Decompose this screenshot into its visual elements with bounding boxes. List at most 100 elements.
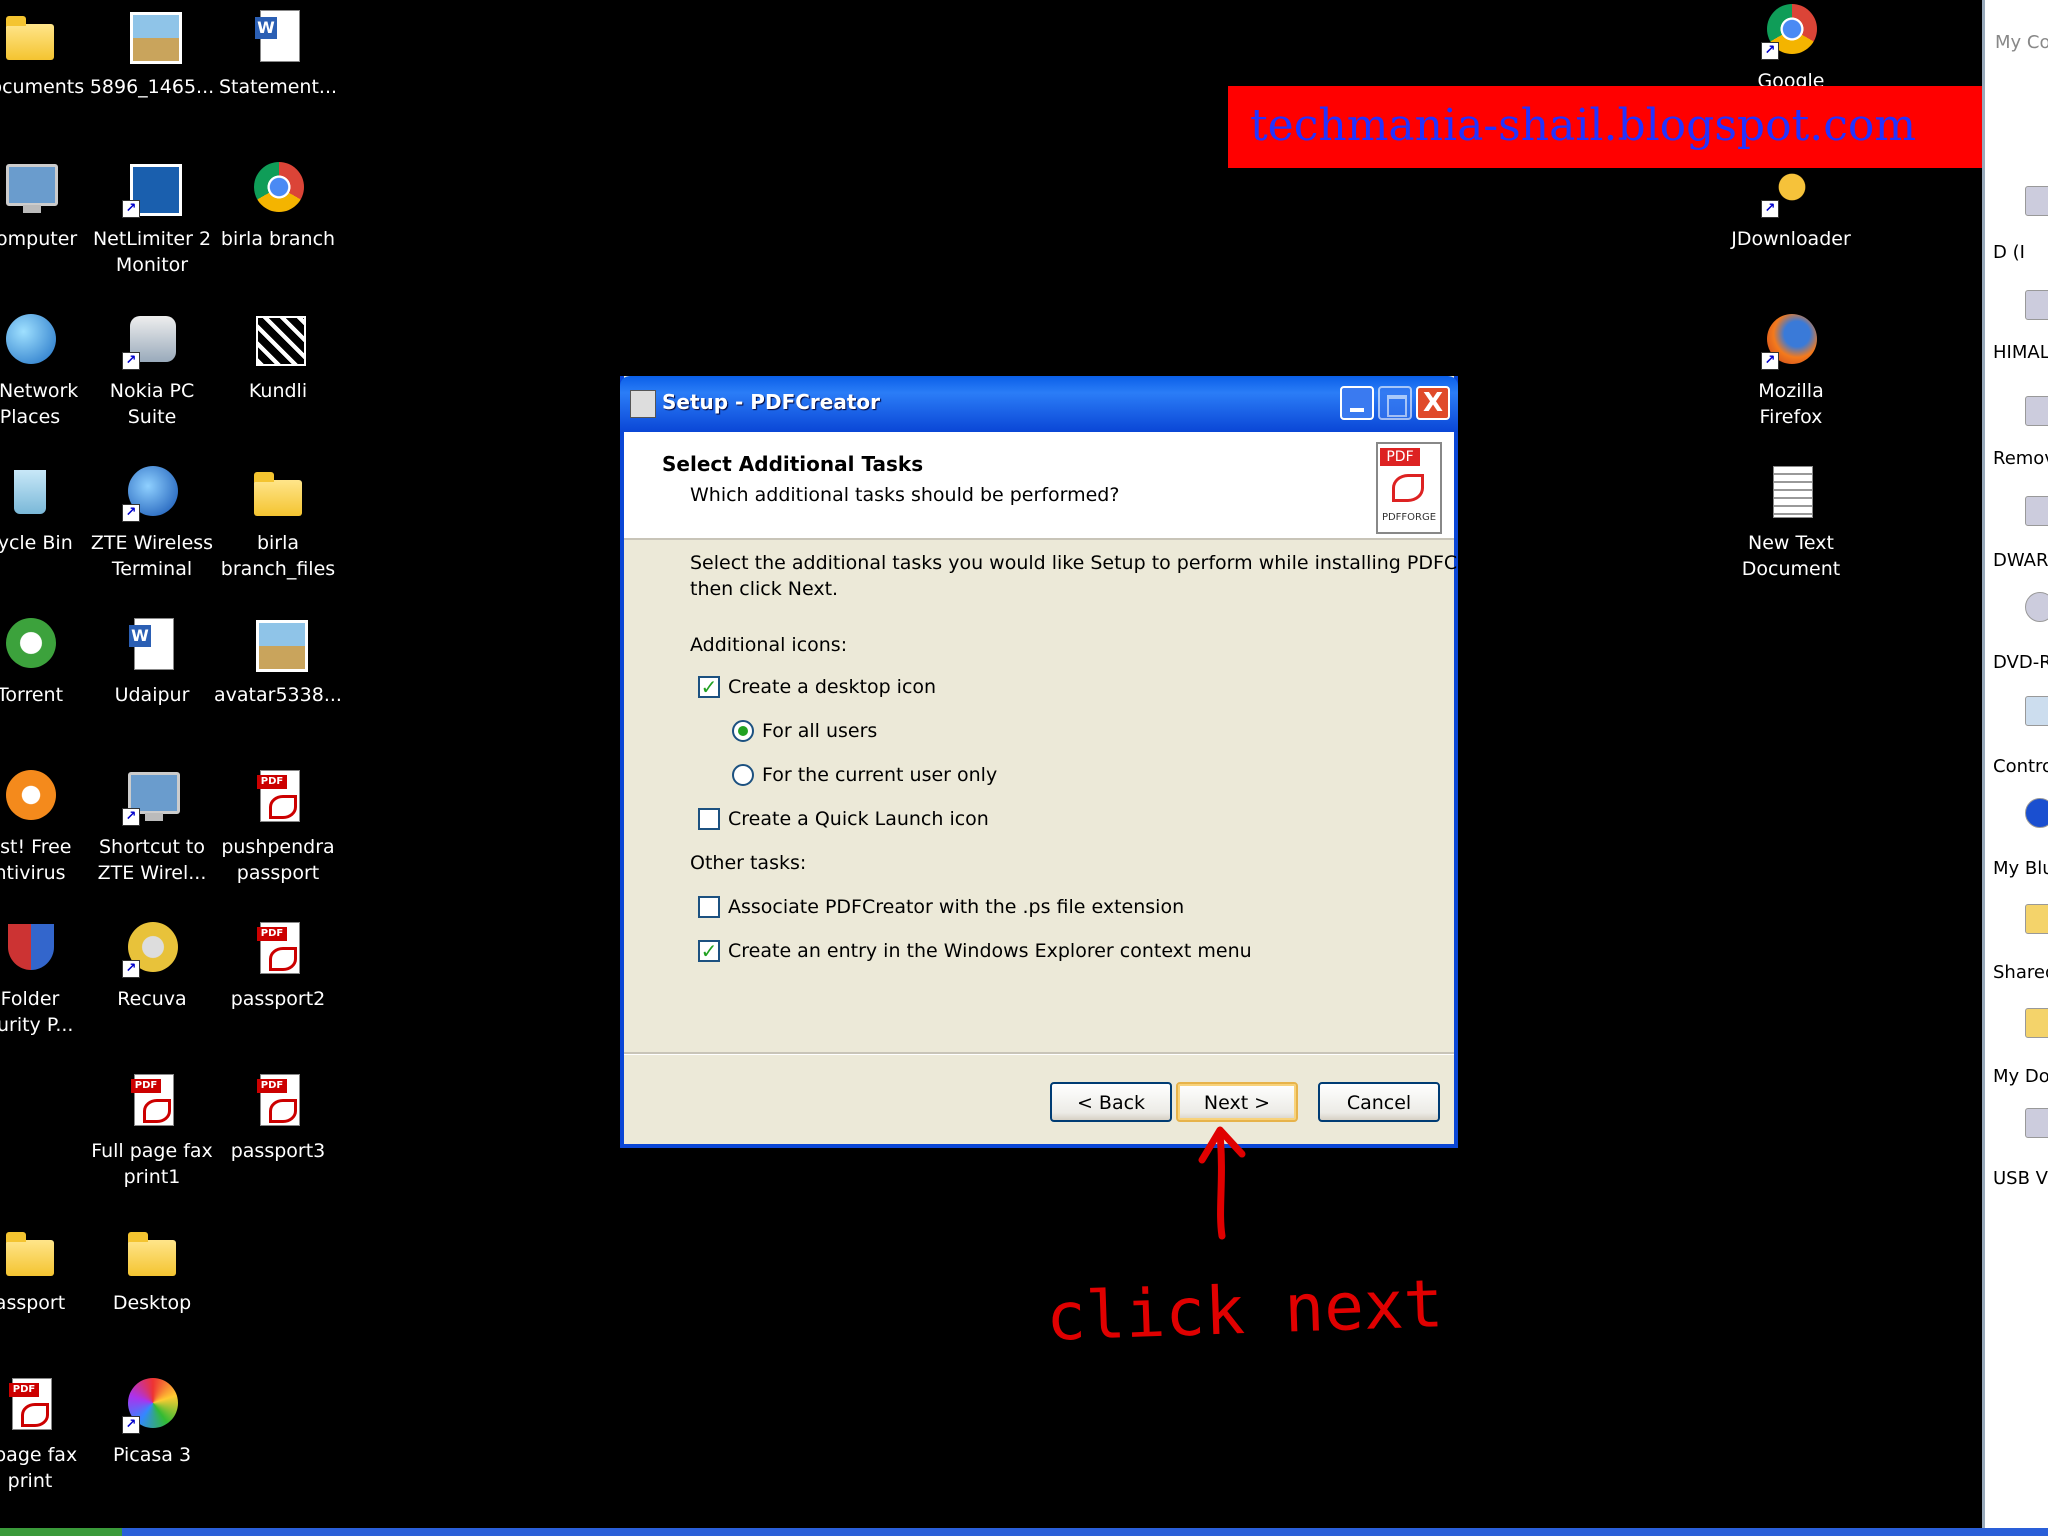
desktop-icon-page-fax-print[interactable]: PDF l page fax print bbox=[0, 1374, 96, 1494]
all-users-radio[interactable] bbox=[732, 720, 754, 742]
minimize-button[interactable] bbox=[1340, 386, 1374, 420]
desktop-icon-zte-wireless[interactable]: ↗ ZTE Wireless Terminal bbox=[86, 462, 218, 582]
zte-wireless-icon: ↗ bbox=[122, 462, 182, 522]
desktop-icon-google[interactable]: ↗ Google bbox=[1725, 0, 1857, 94]
computer-icon bbox=[0, 158, 60, 218]
desktop-icon-pushpendra-passport[interactable]: PDF pushpendra passport bbox=[212, 766, 344, 886]
quick-launch-checkbox[interactable] bbox=[698, 808, 720, 830]
desktop-icon-mozilla-firefox[interactable]: ↗ Mozilla Firefox bbox=[1725, 310, 1857, 430]
close-button[interactable]: X bbox=[1416, 386, 1450, 420]
wizard-page-title: Select Additional Tasks bbox=[662, 452, 924, 476]
pdf-file-icon: PDF bbox=[248, 766, 308, 826]
drive-icon bbox=[2025, 290, 2048, 320]
intro-text-line2: then click Next. bbox=[690, 578, 839, 600]
additional-icons-label: Additional icons: bbox=[690, 634, 848, 656]
my-computer-panel: My Co D (I HIMAL Remov DWARI DVD-R Contr… bbox=[1982, 0, 2048, 1530]
desktop-icon-option-label[interactable]: Create a desktop icon bbox=[728, 676, 936, 698]
taskbar bbox=[0, 1528, 2048, 1536]
desktop-icon-zte-shortcut[interactable]: ↗ Shortcut to ZTE Wirel... bbox=[86, 766, 218, 886]
desktop-icon-birla-branch-files[interactable]: birla branch_files bbox=[212, 462, 344, 582]
pdf-file-icon: PDF bbox=[248, 918, 308, 978]
picasa-icon: ↗ bbox=[122, 1374, 182, 1434]
drive-icon bbox=[2025, 396, 2048, 426]
context-menu-option-label[interactable]: Create an entry in the Windows Explorer … bbox=[728, 940, 1252, 962]
button-separator bbox=[624, 1052, 1454, 1055]
desktop-icon-udaipur[interactable]: W Udaipur bbox=[86, 614, 218, 708]
desktop-icon-passport3[interactable]: PDF passport3 bbox=[212, 1070, 344, 1164]
back-button[interactable]: < Back bbox=[1050, 1082, 1172, 1122]
chrome-icon bbox=[248, 158, 308, 218]
other-tasks-label: Other tasks: bbox=[690, 852, 807, 874]
desktop-icon-picasa[interactable]: ↗ Picasa 3 bbox=[86, 1374, 218, 1468]
kundli-icon bbox=[248, 310, 308, 370]
wizard-page-subtitle: Which additional tasks should be perform… bbox=[690, 484, 1120, 506]
desktop-icon-new-text-document[interactable]: New Text Document bbox=[1725, 462, 1857, 582]
desktop-icon-image-5896[interactable]: 5896_1465... bbox=[86, 6, 218, 100]
next-button[interactable]: Next > bbox=[1176, 1082, 1298, 1122]
desktop-icon-jdownloader[interactable]: ↗ JDownloader bbox=[1725, 158, 1857, 252]
associate-ps-checkbox[interactable] bbox=[698, 896, 720, 918]
image-file-icon bbox=[122, 6, 182, 66]
desktop-icon-passport-folder[interactable]: assport bbox=[0, 1222, 96, 1316]
text-document-icon bbox=[1761, 462, 1821, 522]
maximize-button[interactable] bbox=[1378, 386, 1412, 420]
start-button[interactable] bbox=[0, 1528, 122, 1536]
desktop-icon-netlimiter[interactable]: ↗ NetLimiter 2 Monitor bbox=[86, 158, 218, 278]
drive-icon bbox=[2025, 186, 2048, 216]
chrome-icon: ↗ bbox=[1761, 0, 1821, 60]
dialog-titlebar[interactable]: Setup - PDFCreator X bbox=[620, 376, 1458, 432]
avast-icon bbox=[0, 766, 60, 826]
associate-ps-option-label[interactable]: Associate PDFCreator with the .ps file e… bbox=[728, 896, 1184, 918]
watermark-banner: techmania-shail.blogspot.com bbox=[1228, 86, 2048, 168]
folder-icon bbox=[0, 1222, 60, 1282]
desktop-icon-avatar[interactable]: avatar5338... bbox=[212, 614, 344, 708]
bluetooth-icon bbox=[2025, 798, 2048, 828]
netlimiter-icon: ↗ bbox=[122, 158, 182, 218]
zte-shortcut-icon: ↗ bbox=[122, 766, 182, 826]
quick-launch-option-label[interactable]: Create a Quick Launch icon bbox=[728, 808, 989, 830]
desktop-icon-full-page-fax-print1[interactable]: PDF Full page fax print1 bbox=[86, 1070, 218, 1190]
desktop-icon-kundli[interactable]: Kundli bbox=[212, 310, 344, 404]
folder-icon bbox=[248, 462, 308, 522]
desktop-icon-folder-security[interactable]: Folder curity P... bbox=[0, 918, 96, 1038]
recuva-icon: ↗ bbox=[122, 918, 182, 978]
pdf-logo-tag: PDF bbox=[1380, 448, 1420, 466]
intro-text-line1: Select the additional tasks you would li… bbox=[690, 552, 1521, 574]
context-menu-checkbox[interactable]: ✓ bbox=[698, 940, 720, 962]
recycle-bin-icon bbox=[0, 462, 60, 522]
desktop-icon-computer[interactable]: Computer bbox=[0, 158, 96, 252]
desktop-icon-checkbox[interactable]: ✓ bbox=[698, 676, 720, 698]
desktop-icon-avast[interactable]: ast! Free ntivirus bbox=[0, 766, 96, 886]
pdf-swirl-icon bbox=[1392, 474, 1424, 502]
current-user-option-label[interactable]: For the current user only bbox=[762, 764, 997, 786]
desktop-icon-network-places[interactable]: y Network Places bbox=[0, 310, 96, 430]
camera-icon bbox=[2025, 1108, 2048, 1138]
current-user-radio[interactable] bbox=[732, 764, 754, 786]
desktop-icon-birla-branch[interactable]: birla branch bbox=[212, 158, 344, 252]
pdf-file-icon: PDF bbox=[0, 1374, 60, 1434]
word-document-icon: W bbox=[122, 614, 182, 674]
drive-icon bbox=[2025, 496, 2048, 526]
cancel-button[interactable]: Cancel bbox=[1318, 1082, 1440, 1122]
image-file-icon bbox=[248, 614, 308, 674]
word-document-icon: W bbox=[248, 6, 308, 66]
dialog-title: Setup - PDFCreator bbox=[662, 390, 880, 414]
panel-header: My Co bbox=[1995, 32, 2048, 53]
pdfforge-brand: PDFFORGE bbox=[1381, 512, 1437, 523]
desktop-icon-utorrent[interactable]: Torrent bbox=[0, 614, 96, 708]
wizard-header: Select Additional Tasks Which additional… bbox=[624, 432, 1454, 540]
desktop-icon-recycle-bin[interactable]: cycle Bin bbox=[0, 462, 96, 556]
desktop-icon-passport2[interactable]: PDF passport2 bbox=[212, 918, 344, 1012]
desktop-icon-recuva[interactable]: ↗ Recuva bbox=[86, 918, 218, 1012]
zip-folder-icon bbox=[122, 1222, 182, 1282]
desktop-icon-desktop-zip[interactable]: Desktop bbox=[86, 1222, 218, 1316]
desktop-icon-nokia-pc-suite[interactable]: ↗ Nokia PC Suite bbox=[86, 310, 218, 430]
desktop-icon-statement[interactable]: W Statement... bbox=[212, 6, 344, 100]
control-panel-icon bbox=[2025, 696, 2048, 726]
pdfcreator-logo: PDF PDFFORGE bbox=[1376, 442, 1442, 534]
desktop-icon-documents[interactable]: Documents bbox=[0, 6, 96, 100]
checkmark-icon: ✓ bbox=[700, 939, 718, 963]
all-users-option-label[interactable]: For all users bbox=[762, 720, 877, 742]
folder-icon bbox=[2025, 904, 2048, 934]
pdf-file-icon: PDF bbox=[248, 1070, 308, 1130]
